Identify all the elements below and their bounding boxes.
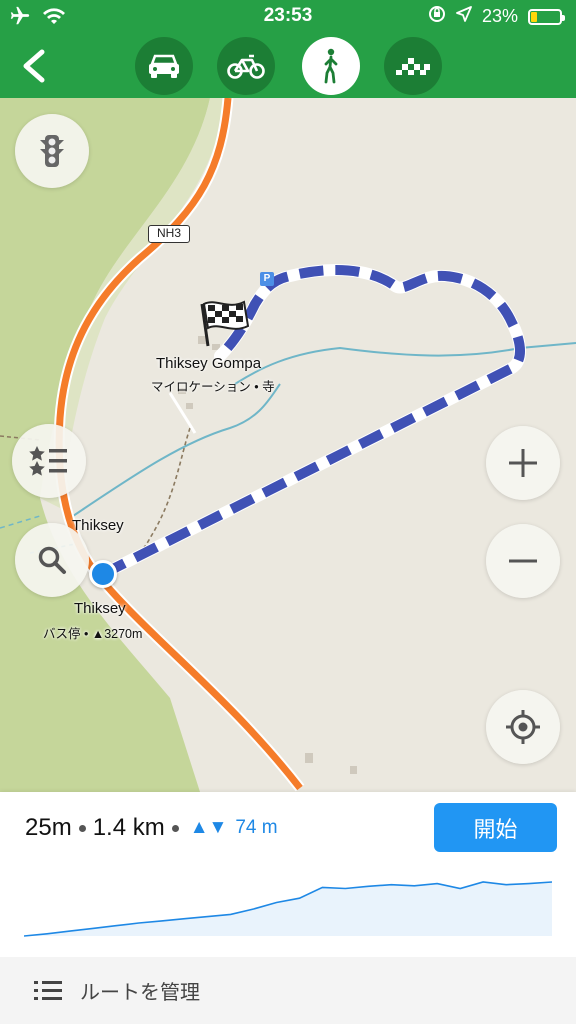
route-time: 25m <box>25 814 72 841</box>
taxi-icon <box>396 58 430 75</box>
plus-icon <box>509 449 537 477</box>
orientation-lock-icon <box>428 5 446 28</box>
battery-level <box>531 11 537 22</box>
transport-mode-bar <box>0 34 576 98</box>
destination-flag-icon[interactable] <box>198 296 250 353</box>
zoom-in-button[interactable] <box>486 426 560 500</box>
elevation-arrows-icon: ▲▼ <box>189 817 228 838</box>
search-icon <box>38 546 66 574</box>
mode-car-button[interactable] <box>135 37 193 95</box>
list-icon <box>34 980 62 1000</box>
bicycle-icon <box>227 54 265 79</box>
separator-dot <box>171 824 179 832</box>
current-location-marker <box>89 560 117 588</box>
location-arrow-icon <box>456 6 472 27</box>
manage-routes-label: ルートを管理 <box>80 982 200 1004</box>
road-label-nh3: NH3 <box>148 225 190 243</box>
car-icon <box>149 54 179 78</box>
pedestrian-icon <box>324 48 338 84</box>
back-button[interactable] <box>14 44 54 88</box>
crosshair-icon <box>506 710 540 744</box>
parking-icon: P <box>260 272 274 286</box>
battery-percent: 23% <box>481 6 518 26</box>
traffic-button[interactable] <box>15 114 89 188</box>
mode-bike-button[interactable] <box>217 37 275 95</box>
elevation-profile-chart <box>24 881 552 937</box>
route-distance: 1.4 km <box>92 814 165 841</box>
battery-icon <box>528 8 565 25</box>
route-elevation: 74 m <box>235 817 278 838</box>
destination-name: Thiksey Gompa <box>156 355 262 372</box>
traffic-light-icon <box>40 135 64 167</box>
route-summary: 25m 1.4 km ▲▼ 74 m <box>25 814 278 842</box>
mode-taxi-button[interactable] <box>384 37 442 95</box>
status-bar: 23:53 23% <box>0 0 576 34</box>
bus-stop-name: Thiksey <box>74 600 126 617</box>
map-view[interactable]: NH3 P Thiksey Gompa マイロケーション • 寺 Thiksey… <box>0 98 576 792</box>
bookmarks-button[interactable] <box>12 424 86 498</box>
separator-dot <box>78 824 86 832</box>
mode-walk-button[interactable] <box>302 37 360 95</box>
route-summary-panel: 25m 1.4 km ▲▼ 74 m 開始 ルートを管理 <box>0 792 576 1024</box>
start-button[interactable]: 開始 <box>434 803 557 852</box>
starred-list-icon <box>29 446 67 476</box>
my-location-button[interactable] <box>486 690 560 764</box>
manage-routes-button[interactable]: ルートを管理 <box>0 957 576 1024</box>
search-button[interactable] <box>15 523 89 597</box>
zoom-out-button[interactable] <box>486 524 560 598</box>
destination-subtitle: マイロケーション • 寺 <box>151 380 275 394</box>
bus-stop-subtitle: バス停 • ▲3270m <box>43 627 143 641</box>
chevron-left-icon <box>23 49 45 83</box>
minus-icon <box>509 559 537 563</box>
place-label-thiksey: Thiksey <box>72 517 124 534</box>
